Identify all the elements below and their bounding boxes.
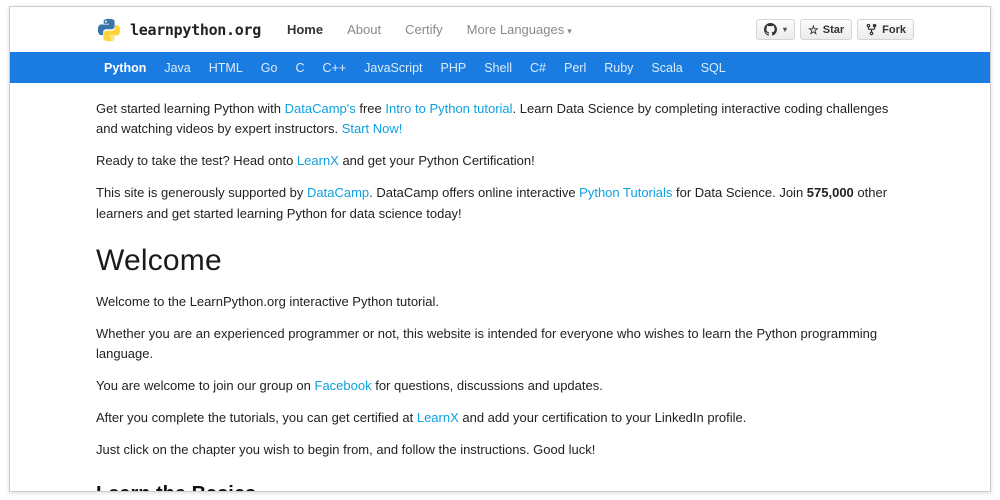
- paragraph-facebook: You are welcome to join our group on Fac…: [96, 376, 904, 396]
- text: for questions, discussions and updates.: [371, 378, 603, 394]
- lang-html[interactable]: HTML: [200, 61, 252, 75]
- lang-go[interactable]: Go: [252, 61, 287, 75]
- star-button-label: Star: [822, 23, 845, 36]
- paragraph-datacamp-promo: Get started learning Python with DataCam…: [96, 99, 904, 139]
- text-link[interactable]: LearnX: [417, 410, 459, 425]
- text-link[interactable]: Start Now!: [342, 121, 403, 136]
- python-logo-icon: [97, 18, 121, 41]
- section-title-learn-the-basics: Learn the Basics: [96, 483, 904, 491]
- nav-home[interactable]: Home: [287, 22, 323, 37]
- site-header: learnpython.org Home About Certify More …: [10, 7, 990, 52]
- brand-name: learnpython.org: [130, 20, 261, 39]
- text: You are welcome to join our group on: [96, 378, 315, 394]
- paragraph-welcome-2: Whether you are an experienced programme…: [96, 324, 904, 364]
- bold-text: 575,000: [806, 185, 854, 201]
- text-link[interactable]: Intro to Python tutorial: [385, 101, 512, 116]
- page: learnpython.org Home About Certify More …: [9, 6, 991, 492]
- text: Whether you are an experienced programme…: [96, 325, 878, 361]
- lang-shell[interactable]: Shell: [475, 61, 521, 75]
- paragraph-sponsor: This site is generously supported by Dat…: [96, 183, 904, 223]
- text: Welcome to the LearnPython.org interacti…: [96, 293, 440, 309]
- github-social-button[interactable]: ▾: [755, 19, 795, 40]
- text-link[interactable]: DataCamp: [307, 185, 369, 200]
- nav-certify[interactable]: Certify: [405, 22, 443, 37]
- paragraph-instructions: Just click on the chapter you wish to be…: [96, 440, 904, 460]
- lang-perl[interactable]: Perl: [555, 61, 595, 75]
- lang-csharp[interactable]: C#: [521, 61, 555, 75]
- paragraph-certification-promo: Ready to take the test? Head onto LearnX…: [96, 151, 904, 171]
- language-nav: Python Java HTML Go C C++ JavaScript PHP…: [10, 52, 990, 83]
- nav-more-languages-label: More Languages: [466, 22, 565, 37]
- lang-cpp[interactable]: C++: [314, 61, 356, 75]
- top-nav: Home About Certify More Languages ▾: [287, 22, 596, 37]
- brand-logo[interactable]: learnpython.org: [96, 17, 261, 43]
- lang-php[interactable]: PHP: [432, 61, 476, 75]
- nav-about[interactable]: About: [347, 22, 381, 37]
- page-title: Welcome: [96, 243, 222, 277]
- text: and add your certification to your Linke…: [458, 410, 747, 426]
- github-fork-button[interactable]: Fork: [857, 19, 914, 40]
- text: free: [355, 101, 386, 116]
- text: and get your Python Certification!: [338, 153, 535, 169]
- lang-javascript[interactable]: JavaScript: [355, 61, 431, 75]
- paragraph-welcome-1: Welcome to the LearnPython.org interacti…: [96, 292, 904, 312]
- text: for Data Science. Join: [672, 185, 807, 201]
- github-mark-icon: [763, 23, 777, 36]
- chevron-down-icon: ▾: [782, 25, 787, 34]
- text-link[interactable]: DataCamp's: [285, 101, 356, 116]
- lang-ruby[interactable]: Ruby: [595, 61, 642, 75]
- text-link[interactable]: Python Tutorials: [579, 185, 672, 200]
- text: After you complete the tutorials, you ca…: [96, 410, 417, 426]
- text: Ready to take the test? Head onto: [96, 153, 297, 169]
- lang-scala[interactable]: Scala: [642, 61, 691, 75]
- lang-java[interactable]: Java: [155, 61, 199, 75]
- fork-icon: [866, 23, 877, 36]
- star-icon: ☆: [807, 22, 819, 37]
- lang-sql[interactable]: SQL: [692, 61, 735, 75]
- nav-more-languages[interactable]: More Languages ▾: [467, 22, 572, 37]
- lang-c[interactable]: C: [286, 61, 313, 75]
- github-widgets: ▾ ☆ Star Fork: [751, 19, 914, 40]
- text-link[interactable]: Facebook: [315, 378, 372, 393]
- lang-python[interactable]: Python: [95, 61, 155, 75]
- chevron-down-icon: ▾: [567, 26, 572, 36]
- text: Just click on the chapter you wish to be…: [96, 442, 596, 458]
- text-link[interactable]: LearnX: [297, 153, 339, 168]
- main-content: Get started learning Python with DataCam…: [10, 83, 990, 491]
- text: This site is generously supported by: [96, 185, 307, 201]
- github-star-button[interactable]: ☆ Star: [799, 19, 853, 40]
- text: . DataCamp offers online interactive: [369, 185, 580, 201]
- text: Get started learning Python with: [96, 101, 285, 116]
- fork-button-label: Fork: [882, 23, 906, 36]
- paragraph-certify: After you complete the tutorials, you ca…: [96, 408, 904, 428]
